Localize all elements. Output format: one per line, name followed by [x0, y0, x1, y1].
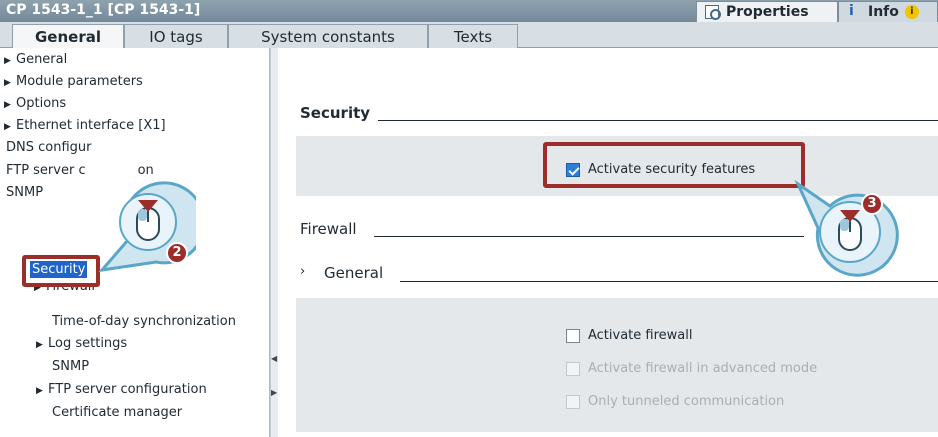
firewall-panel: Activate firewall Activate firewall in a… — [296, 298, 938, 432]
tab-system-constants[interactable]: System constants — [228, 24, 428, 48]
step-3-badge: 3 — [861, 193, 883, 215]
tree-item-dns-configuration[interactable]: DNS configur — [6, 137, 91, 159]
info-tab[interactable]: Info i — [838, 1, 938, 22]
step-2-badge: 2 — [166, 242, 188, 264]
expand-arrow-icon[interactable]: ▶ — [4, 94, 16, 116]
properties-tab[interactable]: Properties — [696, 1, 838, 22]
activate-firewall-checkbox[interactable]: Activate firewall — [566, 328, 692, 343]
advanced-mode-checkbox[interactable]: Activate firewall in advanced mode — [566, 361, 817, 376]
tree-item-snmp[interactable]: SNMP — [6, 183, 43, 197]
tree-item-certificate-manager[interactable]: Certificate manager — [52, 402, 182, 424]
title-bar: CP 1543-1_1 [CP 1543-1] Properties Info … — [0, 0, 938, 22]
chevron-right-icon[interactable]: › — [300, 264, 305, 279]
info-tab-label: Info — [868, 4, 899, 20]
security-highlight-frame — [22, 255, 100, 287]
expand-right-icon[interactable]: ▶ — [271, 388, 277, 402]
expand-arrow-icon[interactable]: ▶ — [36, 380, 48, 402]
tab-strip: General IO tags System constants Texts — [0, 22, 938, 49]
tree-item-time-sync[interactable]: Time-of-day synchronization — [52, 311, 236, 333]
window-title: CP 1543-1_1 [CP 1543-1] — [6, 2, 201, 18]
activate-security-highlight-frame — [543, 142, 805, 188]
tab-io-tags[interactable]: IO tags — [124, 24, 228, 48]
tree-item-ftp-server-config[interactable]: ▶ FTP server configuration — [36, 379, 207, 401]
tree-item-snmp-sub[interactable]: SNMP — [52, 356, 89, 378]
firewall-rule — [374, 236, 804, 237]
info-badge-icon: i — [904, 5, 919, 19]
tree-item-ethernet-interface[interactable]: ▶ Ethernet interface [X1] — [4, 115, 166, 137]
tree-item-log-settings[interactable]: ▶ Log settings — [36, 333, 127, 355]
expand-arrow-icon[interactable]: ▶ — [4, 72, 16, 94]
expand-arrow-icon[interactable]: ▶ — [36, 334, 48, 356]
tab-general[interactable]: General — [12, 24, 124, 49]
security-rule — [378, 120, 938, 121]
mouse-callout-3-icon — [794, 180, 899, 277]
firewall-heading: Firewall — [300, 220, 357, 238]
tree-item-module-parameters[interactable]: ▶ Module parameters — [4, 71, 143, 93]
tab-texts[interactable]: Texts — [428, 24, 518, 48]
properties-icon — [705, 5, 721, 20]
general-heading: General — [324, 264, 384, 282]
general-rule — [400, 281, 938, 282]
collapse-left-icon[interactable]: ◀ — [271, 354, 277, 368]
panel-splitter[interactable]: ◀ ▶ — [270, 48, 278, 437]
security-heading: Security — [300, 104, 371, 122]
tree-item-options[interactable]: ▶ Options — [4, 93, 66, 115]
info-icon — [847, 3, 863, 19]
expand-arrow-icon[interactable]: ▶ — [4, 116, 16, 138]
properties-tab-label: Properties — [726, 4, 809, 20]
tree-item-general[interactable]: ▶ General — [4, 49, 67, 71]
tunneled-communication-checkbox[interactable]: Only tunneled communication — [566, 394, 784, 409]
expand-arrow-icon[interactable]: ▶ — [4, 50, 16, 72]
